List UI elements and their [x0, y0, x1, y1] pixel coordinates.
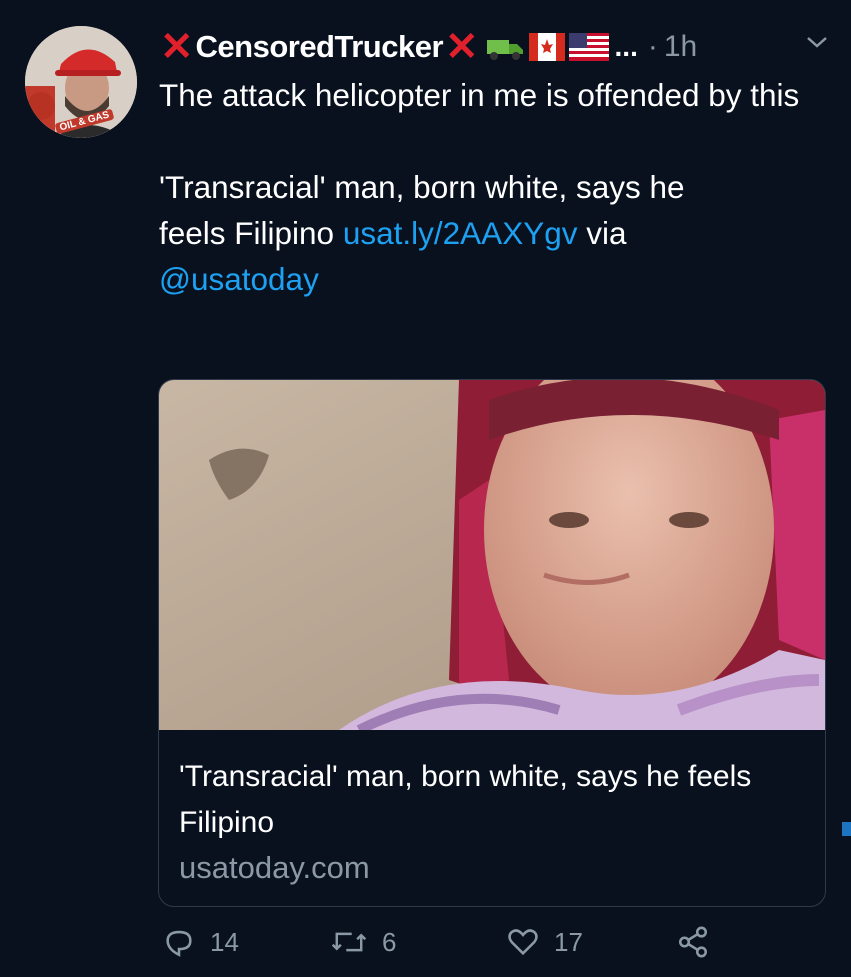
tweet-text-para2: 'Transracial' man, born white, says he f…: [159, 164, 759, 302]
card-image: [159, 380, 825, 730]
share-button[interactable]: [676, 925, 710, 959]
like-button[interactable]: 17: [506, 925, 583, 959]
reply-button[interactable]: 14: [162, 925, 239, 959]
share-icon: [678, 926, 708, 958]
avatar[interactable]: OIL & GAS: [25, 26, 137, 138]
name-ellipsis: ...: [614, 31, 638, 62]
reply-count: 14: [210, 926, 239, 957]
mention-link[interactable]: @usatoday: [159, 261, 319, 297]
truck-icon: [486, 40, 523, 60]
link-preview-card[interactable]: 'Transracial' man, born white, says he f…: [158, 379, 826, 907]
red-x-icon: ✕: [160, 25, 194, 69]
red-x-icon: ✕: [445, 25, 479, 69]
canada-flag-icon: [528, 33, 565, 61]
timestamp[interactable]: 1h: [664, 30, 697, 64]
display-name[interactable]: CensoredTrucker: [196, 29, 444, 65]
heart-icon: [508, 929, 538, 956]
separator-dot: ·: [647, 30, 658, 63]
card-title: 'Transracial' man, born white, says he f…: [179, 760, 752, 839]
scroll-edge-marker: [842, 822, 851, 836]
tweet-header: ✕ CensoredTrucker ✕ ... · 1h: [160, 22, 831, 72]
tweet-link[interactable]: usat.ly/2AAXYgv: [343, 215, 578, 251]
tweet-text-line1: The attack helicopter in me is offended …: [159, 77, 800, 113]
like-count: 17: [554, 926, 583, 957]
via-text: via: [586, 215, 627, 251]
card-domain: usatoday.com: [179, 850, 370, 885]
reply-icon: [166, 930, 192, 957]
usa-flag-icon: [568, 33, 609, 61]
retweet-button[interactable]: 6: [330, 925, 396, 959]
chevron-down-icon[interactable]: [805, 34, 829, 50]
retweet-count: 6: [382, 926, 397, 957]
tweet-body: The attack helicopter in me is offended …: [159, 72, 839, 302]
retweet-icon: [331, 932, 367, 952]
tweet-actions: 14 6 17: [158, 925, 838, 969]
